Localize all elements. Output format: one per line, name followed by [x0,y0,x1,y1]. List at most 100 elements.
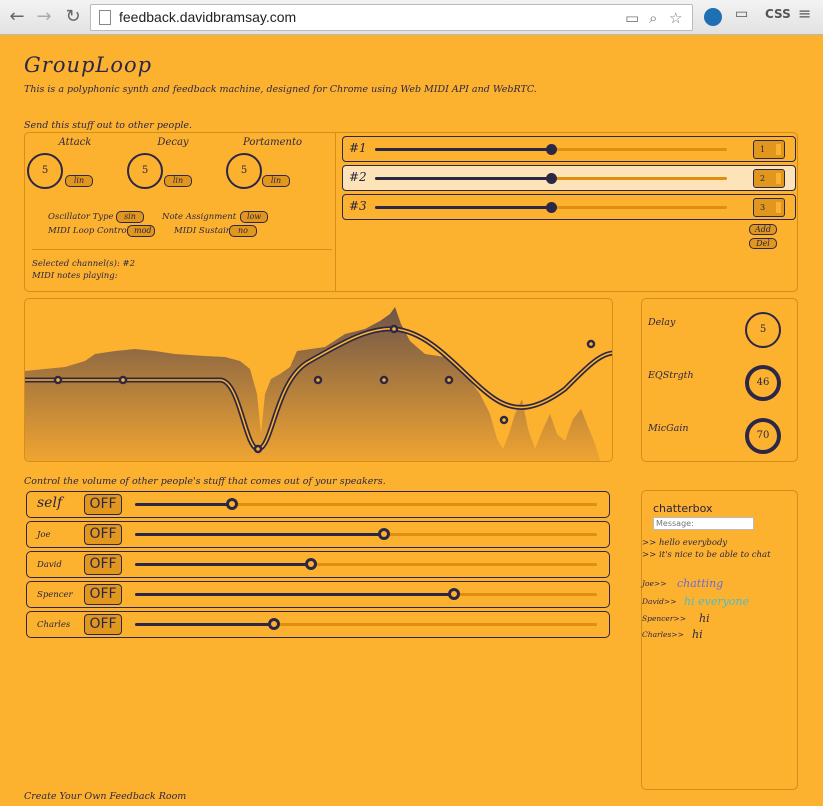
url-text: feedback.davidbramsay.com [119,9,297,25]
eq-point[interactable] [253,444,263,454]
channel-row[interactable]: #1 1 [342,136,796,162]
reload-icon[interactable]: ↻ [62,6,84,28]
channel-slider-fill [375,206,551,209]
oscillator-type-label: Oscillator Type [48,212,114,222]
midi-sustain-button[interactable]: no [229,225,257,237]
chat-message-text: chatting [677,577,724,590]
send-label: Send this stuff out to other people. [24,120,193,131]
browser-toolbar: ← → ↻ feedback.davidbramsay.com ▭ ⌕ ☆ ▭ … [0,0,823,35]
panel-divider [335,132,336,292]
volume-slider-fill [135,533,385,536]
page-icon [99,10,111,25]
volume-user-name: Spencer [37,590,73,600]
cast-icon[interactable]: ▭ [735,6,748,22]
eq-point[interactable] [499,415,509,425]
eq-point[interactable] [118,375,128,385]
volume-slider-fill [135,593,454,596]
volume-slider-thumb[interactable] [378,528,391,540]
volume-slider-thumb[interactable] [226,498,239,510]
eq-point[interactable] [379,375,389,385]
volume-user-name: self [37,495,63,511]
volume-row: self OFF [26,491,610,518]
volume-slider-fill [135,563,311,566]
midi-loop-label: MIDI Loop Control [48,226,130,236]
eq-point[interactable] [444,375,454,385]
eq-point[interactable] [313,375,323,385]
midi-sustain-label: MIDI Sustain [174,226,232,236]
attack-knob[interactable]: 5 [27,153,63,189]
decay-unit-button[interactable]: lin [164,175,192,187]
eq-graph[interactable] [25,299,613,462]
chat-username: Charles>> [642,630,684,639]
effect-label: MicGain [648,423,689,434]
search-icon[interactable]: ⌕ [649,9,657,27]
decay-knob[interactable]: 5 [127,153,163,189]
volume-row: David OFF [26,551,610,578]
effect-label: EQStrgth [648,370,694,381]
effect-knob[interactable]: 46 [745,365,781,401]
note-assignment-button[interactable]: low [240,211,268,223]
channel-row[interactable]: #3 3 [342,194,796,220]
forward-icon[interactable]: → [33,6,55,28]
volume-slider-fill [135,623,274,626]
channel-number: #1 [349,141,367,155]
volume-row: Spencer OFF [26,581,610,608]
volume-user-name: Joe [37,530,51,540]
chat-panel [641,490,798,790]
eq-graph-panel[interactable] [24,298,613,462]
eq-point[interactable] [53,375,63,385]
panel-divider [32,249,332,250]
css-extension-label[interactable]: CSS [765,7,791,21]
portamento-knob[interactable]: 5 [226,153,262,189]
portamento-unit-button[interactable]: lin [262,175,290,187]
volume-label: Control the volume of other people's stu… [24,476,386,487]
mute-toggle-button[interactable]: OFF [84,494,122,515]
effect-knob[interactable]: 70 [745,418,781,454]
attack-unit-button[interactable]: lin [65,175,93,187]
mute-toggle-button[interactable]: OFF [84,584,122,605]
eq-point[interactable] [389,324,399,334]
channel-number: #2 [349,170,367,184]
channel-value-box[interactable]: 2 [753,169,785,188]
oscillator-type-button[interactable]: sin [116,211,144,223]
channel-slider-thumb[interactable] [546,144,557,155]
volume-row: Joe OFF [26,521,610,548]
volume-slider-thumb[interactable] [447,588,460,600]
channel-slider-fill [375,177,551,180]
effect-knob[interactable]: 5 [745,312,781,348]
add-channel-button[interactable]: Add [749,224,777,235]
channel-value-box[interactable]: 3 [753,198,785,217]
channel-value-box[interactable]: 1 [753,140,785,159]
chat-message-text: hi [699,612,710,625]
channel-slider-thumb[interactable] [546,202,557,213]
channel-row[interactable]: #2 2 [342,165,796,191]
channel-number: #3 [349,199,367,213]
eq-point[interactable] [586,339,596,349]
menu-icon[interactable]: ≡ [798,4,811,23]
camera-icon[interactable]: ▭ [625,9,639,27]
volume-user-name: David [37,560,62,570]
chat-message-text: hi everyone [684,595,750,608]
back-icon[interactable]: ← [6,6,28,28]
channel-slider-thumb[interactable] [546,173,557,184]
address-bar[interactable]: feedback.davidbramsay.com ▭ ⌕ ☆ [90,4,693,31]
create-room-link[interactable]: Create Your Own Feedback Room [24,791,186,802]
app: GroupLoop This is a polyphonic synth and… [0,35,823,806]
channel-slider-fill [375,148,551,151]
star-icon[interactable]: ☆ [669,9,682,27]
chat-title: chatterbox [653,502,713,515]
chat-message-text: hi [692,628,703,641]
knob-label-attack: Attack [58,137,92,148]
delete-channel-button[interactable]: Del [749,238,777,249]
volume-slider-thumb[interactable] [267,618,280,630]
mute-toggle-button[interactable]: OFF [84,524,122,545]
chat-system-message: >> it's nice to be able to chat [642,550,771,560]
midi-loop-button[interactable]: mod [127,225,155,237]
volume-slider-thumb[interactable] [304,558,317,570]
extension-icon[interactable] [704,8,722,26]
note-assignment-label: Note Assignment [162,212,237,222]
chat-message-input[interactable] [653,517,754,530]
mute-toggle-button[interactable]: OFF [84,614,122,635]
volume-slider-fill [135,503,233,506]
mute-toggle-button[interactable]: OFF [84,554,122,575]
